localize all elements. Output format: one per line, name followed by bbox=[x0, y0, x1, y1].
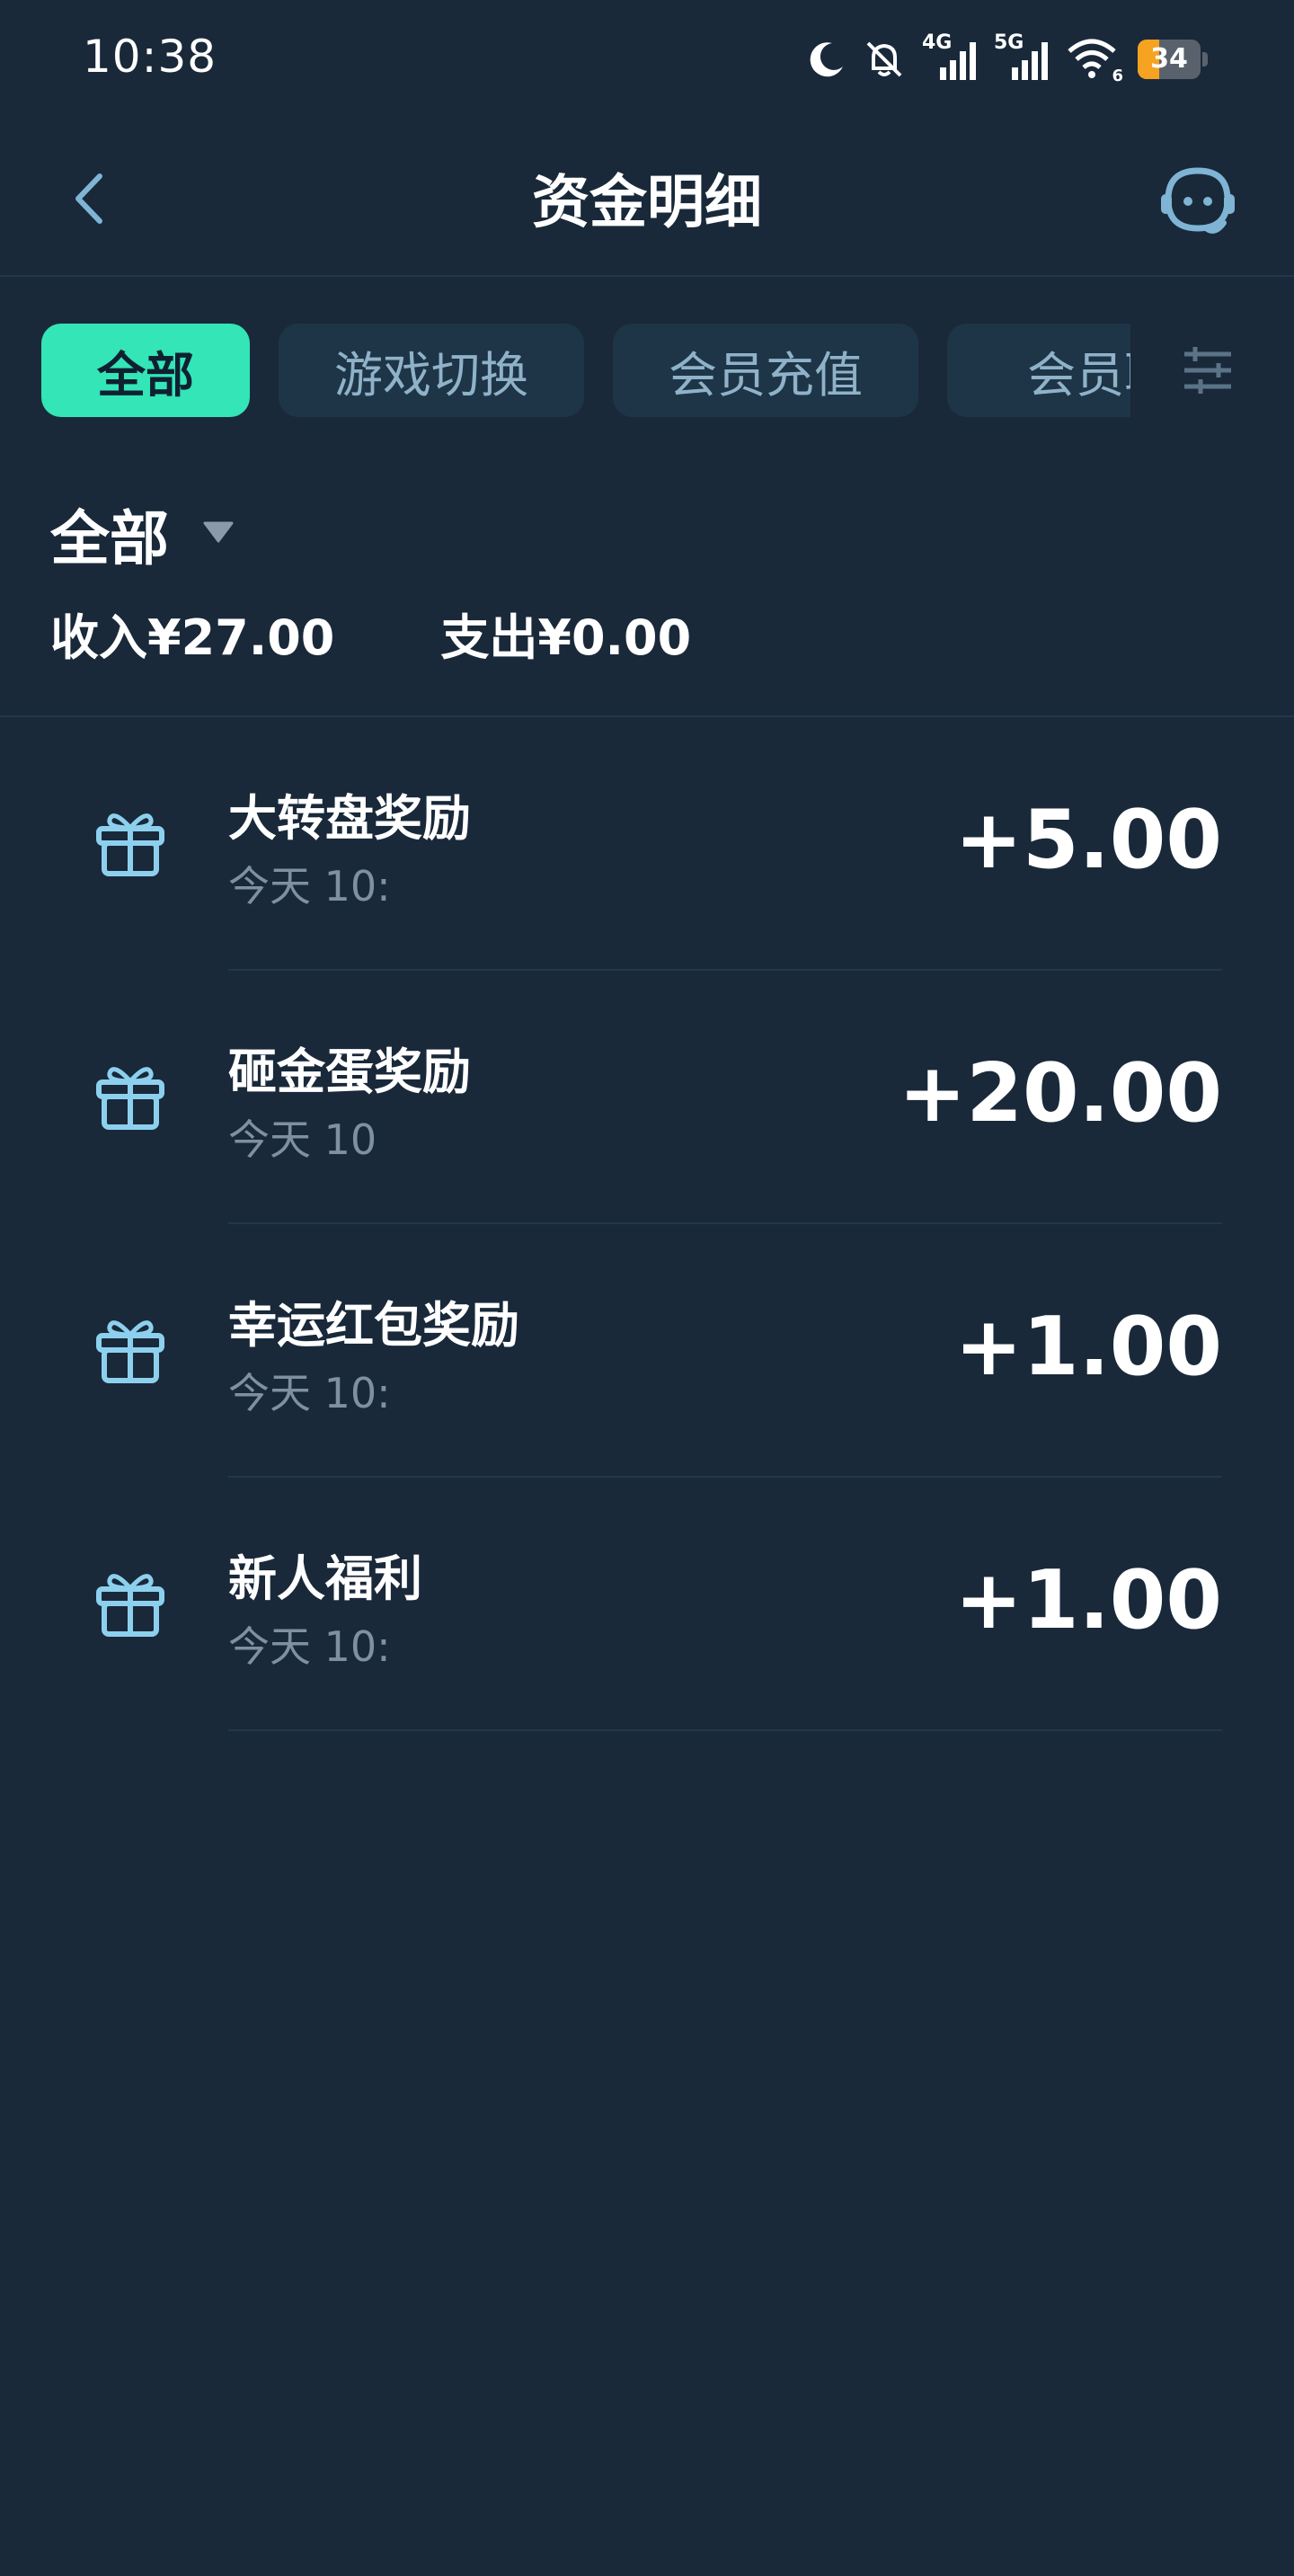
tab-member-recharge[interactable]: 会员充值 bbox=[613, 324, 918, 417]
record-time: 今天 10: bbox=[228, 1622, 391, 1671]
record-title: 幸运红包奖励 bbox=[228, 1297, 519, 1354]
battery-level: 34 bbox=[1150, 43, 1188, 75]
totals: 收入¥27.00 支出¥0.00 bbox=[50, 598, 691, 669]
tab-member-other[interactable]: 会员取 bbox=[947, 324, 1130, 417]
record-amount: +20.00 bbox=[898, 1046, 1222, 1141]
record-time: 今天 10: bbox=[228, 1369, 391, 1417]
record-title: 新人福利 bbox=[228, 1550, 422, 1607]
status-icons: 4G 5G 6 34 bbox=[807, 31, 1208, 86]
divider bbox=[228, 1729, 1222, 1731]
list-item[interactable]: 新人福利 今天 10: +1.00 bbox=[0, 1478, 1294, 1731]
record-amount: +1.00 bbox=[954, 1300, 1222, 1394]
caret-down-icon bbox=[201, 520, 235, 548]
dropdown-label: 全部 bbox=[50, 504, 169, 573]
record-time: 今天 10: bbox=[228, 862, 391, 910]
record-title: 大转盘奖励 bbox=[228, 790, 471, 847]
record-amount: +1.00 bbox=[954, 1553, 1222, 1648]
signal-5g-icon: 5G bbox=[994, 31, 1050, 84]
tab-game-switch[interactable]: 游戏切换 bbox=[279, 324, 584, 417]
status-time: 10:38 bbox=[83, 31, 217, 83]
record-time: 今天 10 bbox=[228, 1115, 377, 1164]
gift-icon bbox=[92, 1564, 169, 1641]
sliders-icon bbox=[1181, 345, 1235, 399]
type-dropdown[interactable]: 全部 bbox=[50, 490, 1245, 578]
wifi-icon: 6 bbox=[1066, 37, 1123, 85]
wifi-level-label: 6 bbox=[1112, 67, 1123, 85]
moon-icon bbox=[807, 40, 846, 79]
gift-icon bbox=[92, 1057, 169, 1134]
battery-icon: 34 bbox=[1138, 40, 1208, 79]
tab-all[interactable]: 全部 bbox=[41, 324, 250, 417]
record-amount: +5.00 bbox=[954, 793, 1222, 887]
gift-icon bbox=[92, 1310, 169, 1388]
record-title: 砸金蛋奖励 bbox=[228, 1044, 471, 1100]
bell-off-icon bbox=[863, 38, 906, 81]
customer-service-icon bbox=[1159, 164, 1236, 244]
tabs-scroller[interactable]: 全部 游戏切换 会员充值 会员取 bbox=[41, 324, 1130, 419]
income-total: 收入¥27.00 bbox=[50, 609, 335, 666]
summary: 全部 收入¥27.00 支出¥0.00 bbox=[50, 490, 1245, 666]
filter-button[interactable] bbox=[1172, 336, 1244, 408]
page-title: 资金明细 bbox=[532, 170, 762, 236]
list-item[interactable]: 大转盘奖励 今天 10: +5.00 bbox=[0, 717, 1294, 971]
network-type-label: 4G bbox=[922, 31, 953, 54]
customer-service-button[interactable] bbox=[1157, 164, 1238, 244]
nav-bar: 资金明细 bbox=[0, 135, 1294, 277]
list-item[interactable]: 幸运红包奖励 今天 10: +1.00 bbox=[0, 1224, 1294, 1478]
signal-4g-icon: 4G bbox=[922, 31, 978, 84]
gift-icon bbox=[92, 804, 169, 881]
network-type-label: 5G bbox=[994, 31, 1024, 54]
expense-total: 支出¥0.00 bbox=[440, 609, 692, 666]
status-bar: 10:38 4G 5G 6 34 bbox=[0, 0, 1294, 117]
record-list: 大转盘奖励 今天 10: +5.00 砸金蛋奖励 今天 10 +20.00 幸运… bbox=[0, 717, 1294, 1731]
category-tabs: 全部 游戏切换 会员充值 会员取 bbox=[0, 324, 1294, 419]
list-item[interactable]: 砸金蛋奖励 今天 10 +20.00 bbox=[0, 971, 1294, 1224]
